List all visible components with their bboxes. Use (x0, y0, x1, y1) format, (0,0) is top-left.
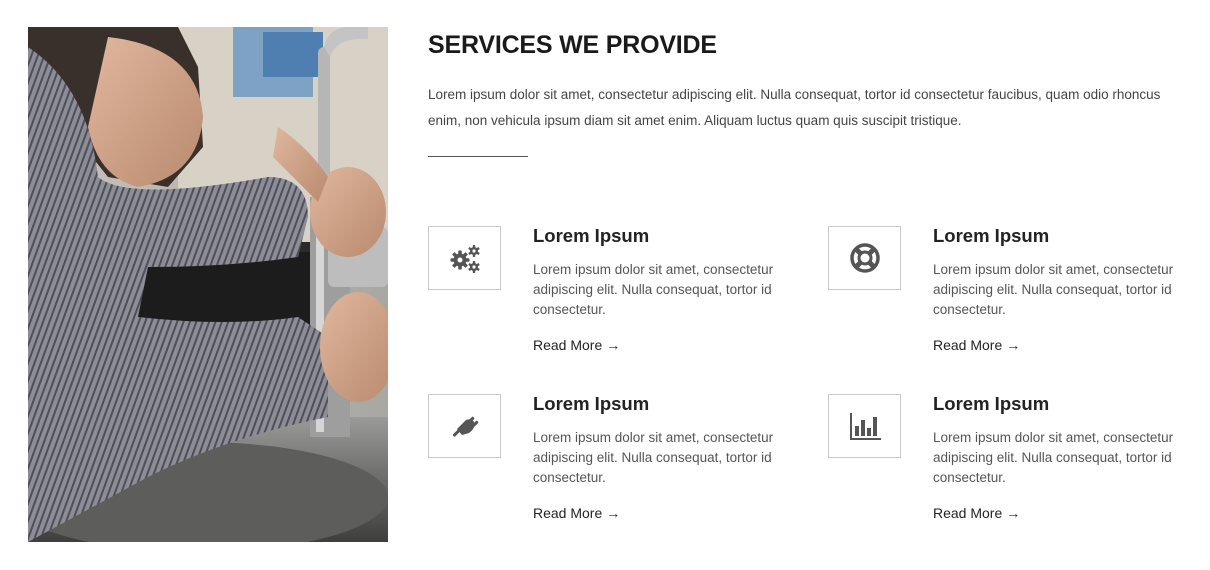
section-title: SERVICES WE PROVIDE (428, 31, 717, 59)
read-more-label: Read More (533, 337, 603, 353)
arrow-right-icon: → (1006, 337, 1021, 353)
read-more-label: Read More (933, 505, 1003, 521)
services-section: SERVICES WE PROVIDE Lorem ipsum dolor si… (428, 27, 1188, 521)
read-more-link[interactable]: Read More → (933, 336, 1020, 354)
service-icon-box (828, 226, 901, 290)
arrow-right-icon: → (606, 505, 621, 521)
service-card: Lorem Ipsum Lorem ipsum dolor sit amet, … (828, 393, 1188, 534)
plug-icon (452, 416, 478, 437)
service-card: Lorem Ipsum Lorem ipsum dolor sit amet, … (428, 393, 788, 534)
service-description: Lorem ipsum dolor sit amet, consectetur … (533, 262, 774, 317)
service-title: Lorem Ipsum (933, 393, 1050, 414)
title-divider (428, 156, 528, 157)
plumber-photo (28, 27, 388, 542)
read-more-label: Read More (933, 337, 1003, 353)
life-ring-icon (849, 243, 880, 273)
service-title: Lorem Ipsum (533, 393, 650, 414)
read-more-label: Read More (533, 505, 603, 521)
service-description: Lorem ipsum dolor sit amet, consectetur … (933, 430, 1174, 485)
service-icon-box (428, 394, 501, 458)
service-description: Lorem ipsum dolor sit amet, consectetur … (933, 262, 1174, 317)
service-icon-box (828, 394, 901, 458)
section-intro: Lorem ipsum dolor sit amet, consectetur … (428, 87, 1161, 128)
service-description: Lorem ipsum dolor sit amet, consectetur … (533, 430, 774, 485)
service-card: Lorem Ipsum Lorem ipsum dolor sit amet, … (828, 225, 1188, 366)
service-title: Lorem Ipsum (933, 225, 1050, 246)
read-more-link[interactable]: Read More → (933, 504, 1020, 522)
gears-icon (450, 245, 480, 273)
arrow-right-icon: → (1006, 505, 1021, 521)
read-more-link[interactable]: Read More → (533, 336, 620, 354)
arrow-right-icon: → (606, 337, 621, 353)
service-card: Lorem Ipsum Lorem ipsum dolor sit amet, … (428, 225, 788, 366)
service-icon-box (428, 226, 501, 290)
bar-chart-icon (849, 413, 881, 440)
service-title: Lorem Ipsum (533, 225, 650, 246)
read-more-link[interactable]: Read More → (533, 504, 620, 522)
